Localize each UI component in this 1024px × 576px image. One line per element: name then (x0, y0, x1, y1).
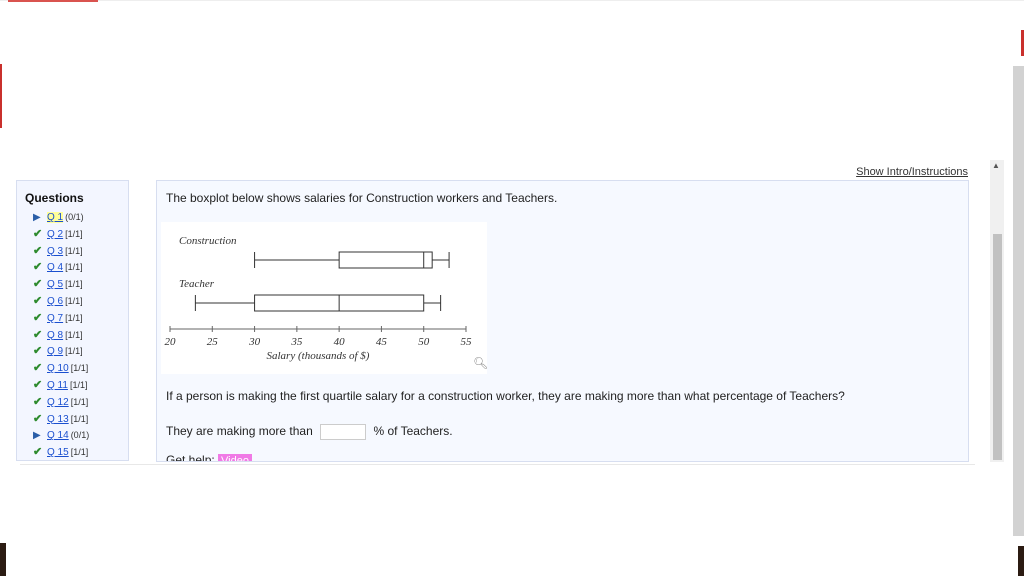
x-tick-label: 45 (376, 336, 388, 348)
question-link[interactable]: Q 4 (47, 262, 63, 273)
sidebar-item-q4[interactable]: ✔ Q 4 [1/1] (33, 259, 128, 276)
question-score: (0/1) (70, 430, 90, 441)
x-tick-label: 55 (461, 336, 473, 348)
checkmark-icon: ✔ (33, 395, 43, 408)
zoom-icon[interactable]: 🔍︎ (473, 356, 488, 370)
question-link[interactable]: Q 7 (47, 313, 63, 324)
x-tick-label: 50 (418, 336, 430, 348)
question-panel: The boxplot below shows salaries for Con… (156, 180, 969, 462)
x-tick-label: 25 (207, 336, 219, 348)
question-link[interactable]: Q 9 (47, 346, 63, 357)
sidebar-item-q3[interactable]: ✔ Q 3 [1/1] (33, 243, 128, 260)
sidebar-item-q14[interactable]: ▶ Q 14 (0/1) (33, 427, 128, 444)
question-link[interactable]: Q 2 (47, 229, 63, 240)
answer-prefix: They are making more than (166, 424, 313, 439)
boxplot-chart: Construction Teacher 20 25 30 35 40 45 50 55 Salar… (161, 222, 488, 374)
sidebar-item-q8[interactable]: ✔ Q 8 [1/1] (33, 327, 128, 344)
x-tick-label: 35 (290, 336, 303, 348)
question-link[interactable]: Q 11 (47, 380, 68, 391)
question-link[interactable]: Q 15 (47, 447, 69, 458)
question-link[interactable]: Q 12 (47, 397, 69, 408)
question-score: [1/1] (70, 413, 89, 424)
answer-suffix: % of Teachers. (373, 424, 453, 439)
checkmark-icon: ✔ (33, 328, 43, 341)
sidebar-item-q6[interactable]: ✔ Q 6 [1/1] (33, 293, 128, 310)
question-list: ▶ Q 1 (0/1) ✔ Q 2 [1/1] ✔ Q 3 [1/1] ✔ Q 4 [1/1] ✔ Q 5… (17, 209, 128, 460)
checkmark-icon: ✔ (33, 362, 43, 375)
checkmark-icon: ✔ (33, 227, 43, 240)
question-link[interactable]: Q 8 (47, 330, 63, 341)
question-score: [1/1] (70, 363, 89, 374)
sidebar-item-q9[interactable]: ✔ Q 9 [1/1] (33, 343, 128, 360)
sidebar-item-q1[interactable]: ▶ Q 1 (0/1) (33, 209, 128, 226)
question-link[interactable]: Q 5 (47, 279, 63, 290)
sidebar-item-q2[interactable]: ✔ Q 2 [1/1] (33, 226, 128, 243)
box-iqr (338, 251, 433, 269)
checkmark-icon: ✔ (33, 278, 43, 291)
inner-scroll-thumb[interactable] (993, 234, 1002, 460)
question-link[interactable]: Q 10 (47, 363, 69, 374)
edge-bar-left (0, 543, 6, 576)
top-border (0, 0, 1024, 1)
questions-sidebar: Questions ▶ Q 1 (0/1) ✔ Q 2 [1/1] ✔ Q 3 [1/1] ✔ Q … (16, 180, 129, 461)
boxplot-svg: Construction Teacher 20 25 30 35 40 45 50 55 Salar… (165, 235, 473, 362)
checkmark-icon: ✔ (33, 294, 43, 307)
show-intro-link[interactable]: Show Intro/Instructions (856, 166, 968, 178)
x-tick-label: 30 (248, 336, 260, 348)
series-label: Teacher (179, 278, 215, 290)
current-arrow-icon: ▶ (33, 430, 41, 442)
question-score: [1/1] (70, 396, 89, 407)
x-tick-label: 40 (334, 336, 346, 348)
question-link[interactable]: Q 1 (47, 212, 64, 223)
answer-row: They are making more than % of Teachers. (166, 424, 453, 440)
question-link[interactable]: Q 13 (47, 414, 69, 425)
question-score: [1/1] (70, 447, 89, 458)
question-score: [1/1] (65, 228, 83, 239)
page-scrollbar[interactable] (1013, 66, 1024, 536)
accent-bar-left (0, 64, 2, 128)
accent-bar-top (8, 0, 98, 2)
sidebar-title: Questions (25, 191, 84, 205)
checkmark-icon: ✔ (33, 311, 43, 324)
x-axis-label: Salary (thousands of $) (267, 350, 370, 362)
bottom-divider (20, 464, 975, 465)
answer-input[interactable] (320, 424, 367, 440)
question-score: [1/1] (65, 245, 83, 256)
sidebar-item-q11[interactable]: ✔ Q 11 [1/1] (33, 377, 128, 394)
question-score: [1/1] (65, 329, 83, 340)
get-help-label: Get help: (166, 453, 215, 462)
question-link[interactable]: Q 3 (47, 246, 63, 257)
series-label: Construction (179, 235, 237, 247)
checkmark-icon: ✔ (33, 378, 43, 391)
question-link[interactable]: Q 14 (47, 430, 69, 441)
sidebar-item-q13[interactable]: ✔ Q 13 [1/1] (33, 411, 128, 428)
checkmark-icon: ✔ (33, 446, 43, 459)
scroll-up-arrow-icon[interactable]: ▲ (992, 161, 1000, 170)
checkmark-icon: ✔ (33, 345, 43, 358)
edge-bar-right (1018, 546, 1024, 576)
checkmark-icon: ✔ (33, 244, 43, 257)
current-arrow-icon: ▶ (33, 212, 41, 223)
question-link[interactable]: Q 6 (47, 296, 63, 307)
sidebar-item-q15[interactable]: ✔ Q 15 [1/1] (33, 444, 128, 460)
question-score: [1/1] (65, 295, 83, 306)
sidebar-item-q5[interactable]: ✔ Q 5 [1/1] (33, 276, 128, 293)
question-score: (0/1) (65, 212, 84, 222)
question-score: [1/1] (65, 279, 83, 290)
question-score: [1/1] (65, 262, 83, 273)
x-tick-label: 20 (165, 336, 177, 348)
sidebar-item-q12[interactable]: ✔ Q 12 [1/1] (33, 394, 128, 411)
question-score: [1/1] (69, 379, 88, 390)
checkmark-icon: ✔ (33, 412, 43, 425)
checkmark-icon: ✔ (33, 261, 43, 274)
question-score: [1/1] (65, 312, 83, 323)
sidebar-item-q10[interactable]: ✔ Q 10 [1/1] (33, 360, 128, 377)
sidebar-item-q7[interactable]: ✔ Q 7 [1/1] (33, 310, 128, 327)
question-intro: The boxplot below shows salaries for Con… (166, 191, 558, 205)
question-score: [1/1] (65, 346, 83, 357)
question-prompt: If a person is making the first quartile… (166, 389, 845, 403)
get-help-row: Get help: Video (166, 453, 252, 462)
video-button[interactable]: Video (218, 454, 252, 461)
